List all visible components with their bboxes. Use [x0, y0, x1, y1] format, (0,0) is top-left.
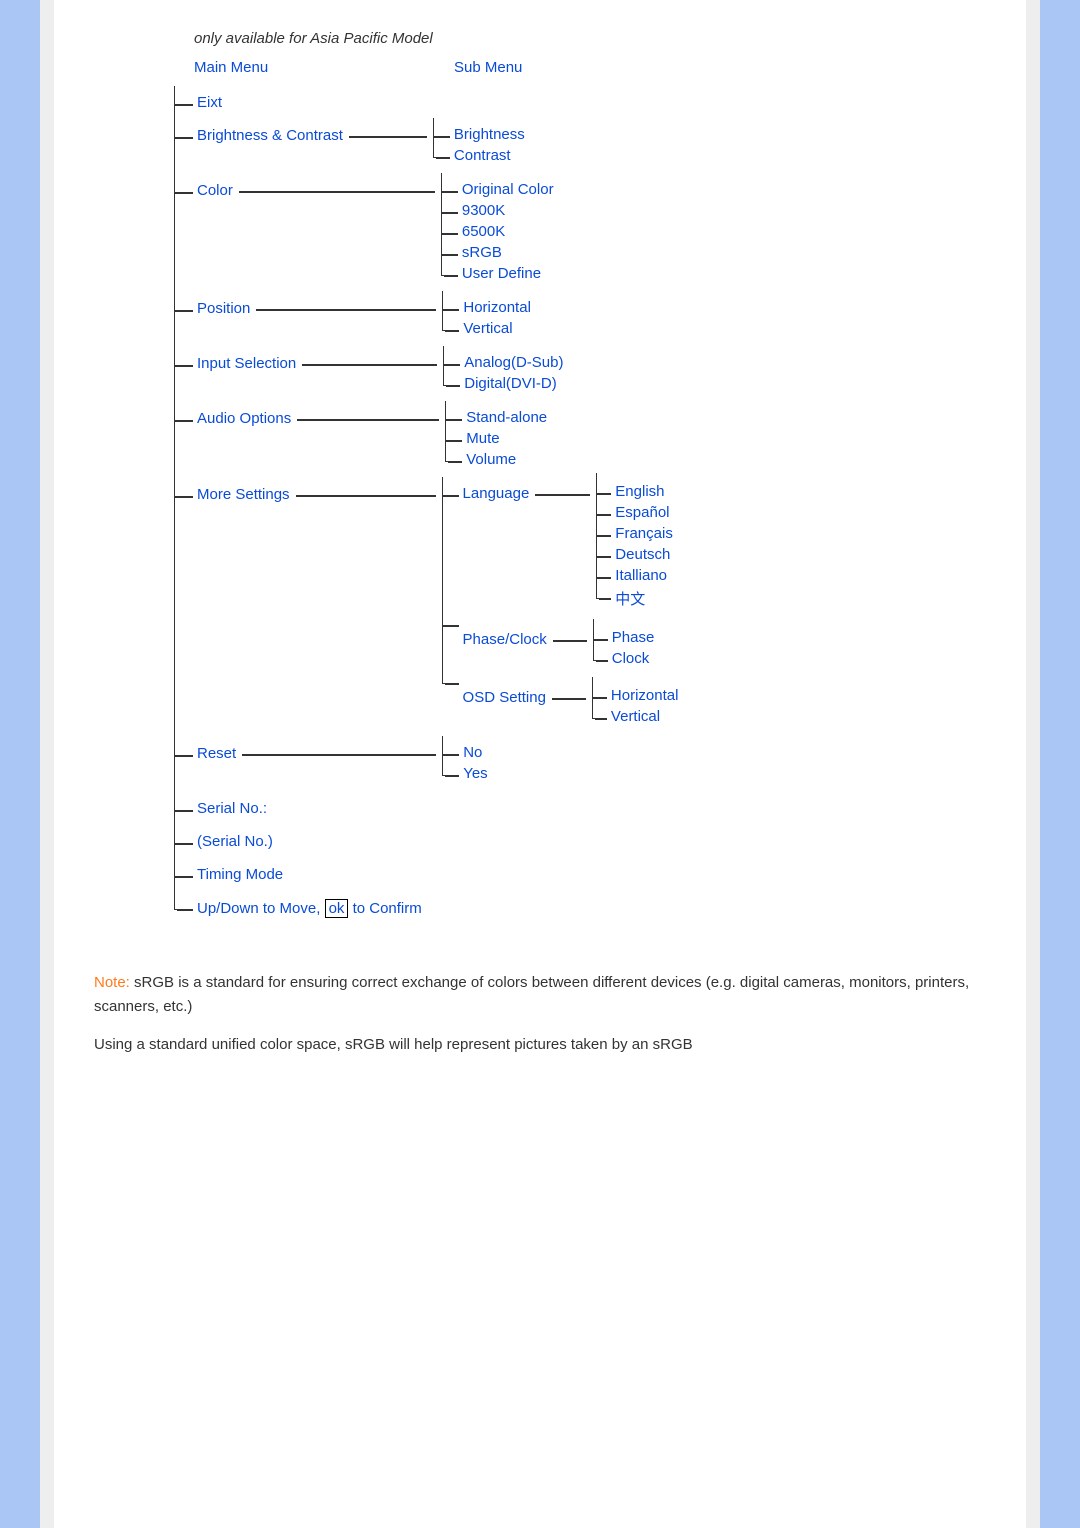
- serial-no-value: (Serial No.): [197, 833, 273, 850]
- note-p2: Using a standard unified color space, sR…: [94, 1033, 986, 1056]
- sub-analog: Analog(D-Sub): [444, 346, 563, 373]
- sub-phase-clock: Phase/Clock Phase Clock: [443, 613, 679, 671]
- connector: [296, 495, 436, 497]
- menu-brightness-contrast: Brightness & Contrast Brightness Contras…: [175, 119, 986, 174]
- menu-timing-mode: Timing Mode: [175, 858, 986, 891]
- sub-vertical: Vertical: [443, 318, 531, 339]
- hint-post: to Confirm: [348, 900, 421, 917]
- sub-original-color: Original Color: [442, 173, 554, 200]
- lang-deutsch: Deutsch: [597, 544, 673, 565]
- menu-input-selection: Input Selection Analog(D-Sub) Digital(DV…: [175, 347, 986, 402]
- osd-setting-sub: Horizontal Vertical: [592, 677, 679, 727]
- connector: [302, 364, 437, 366]
- serial-no-label: Serial No.:: [197, 800, 267, 817]
- sub-volume: Volume: [446, 449, 547, 470]
- lang-chinese: 中文: [597, 586, 673, 611]
- input-selection-label: Input Selection: [197, 355, 296, 372]
- connector: [256, 309, 436, 311]
- reset-sub: No Yes: [442, 736, 487, 784]
- menu-exit: Eixt: [175, 86, 986, 119]
- input-selection-sub: Analog(D-Sub) Digital(DVI-D): [443, 346, 563, 394]
- language-label: Language: [463, 485, 530, 502]
- audio-options-label: Audio Options: [197, 410, 291, 427]
- menu-hint: Up/Down to Move, ok to Confirm: [175, 891, 986, 926]
- audio-options-sub: Stand-alone Mute Volume: [445, 401, 547, 470]
- menu-more-settings: More Settings Language English Español F…: [175, 478, 986, 737]
- sub-user-define: User Define: [442, 263, 554, 284]
- connector: [553, 640, 587, 642]
- brightness-contrast-sub: Brightness Contrast: [433, 118, 525, 166]
- sub-contrast: Contrast: [434, 145, 525, 166]
- lang-espanol: Español: [597, 502, 673, 523]
- connector: [535, 494, 590, 496]
- osd-menu-tree: Eixt Brightness & Contrast Brightness Co…: [154, 86, 986, 926]
- leaf-clock: Clock: [594, 648, 655, 669]
- main-menu-header: Main Menu: [194, 59, 454, 76]
- menu-color: Color Original Color 9300K 6500K sRGB Us…: [175, 174, 986, 292]
- leaf-osd-vertical: Vertical: [593, 706, 679, 727]
- header-note: only available for Asia Pacific Model: [194, 30, 986, 47]
- menu-position: Position Horizontal Vertical: [175, 292, 986, 347]
- sub-digital: Digital(DVI-D): [444, 373, 563, 394]
- sub-horizontal: Horizontal: [443, 291, 531, 318]
- menu-serial-no-value: (Serial No.): [175, 825, 986, 858]
- connector: [239, 191, 435, 193]
- sub-menu-header: Sub Menu: [454, 59, 522, 76]
- connector: [552, 698, 586, 700]
- language-sub: English Español Français Deutsch Itallia…: [596, 473, 673, 611]
- sub-6500k: 6500K: [442, 221, 554, 242]
- more-settings-sub: Language English Español Français Deutsc…: [442, 477, 679, 729]
- sub-standalone: Stand-alone: [446, 401, 547, 428]
- color-sub: Original Color 9300K 6500K sRGB User Def…: [441, 173, 554, 284]
- exit-label: Eixt: [197, 94, 222, 111]
- sub-mute: Mute: [446, 428, 547, 449]
- note-p1: sRGB is a standard for ensuring correct …: [94, 974, 969, 1014]
- column-headers: Main Menu Sub Menu: [194, 59, 986, 76]
- leaf-osd-horizontal: Horizontal: [593, 677, 679, 706]
- connector: [349, 136, 427, 138]
- sub-reset-no: No: [443, 736, 487, 763]
- navigation-hint: Up/Down to Move, ok to Confirm: [197, 899, 422, 918]
- sub-srgb: sRGB: [442, 242, 554, 263]
- osd-setting-label: OSD Setting: [463, 689, 546, 706]
- menu-serial-no-label: Serial No.:: [175, 792, 986, 825]
- connector: [297, 419, 439, 421]
- sub-osd-setting: OSD Setting Horizontal Vertical: [443, 671, 679, 729]
- menu-audio-options: Audio Options Stand-alone Mute Volume: [175, 402, 986, 478]
- brightness-contrast-label: Brightness & Contrast: [197, 127, 343, 144]
- position-sub: Horizontal Vertical: [442, 291, 531, 339]
- menu-reset: Reset No Yes: [175, 737, 986, 792]
- timing-mode-label: Timing Mode: [197, 866, 283, 883]
- ok-button-icon: ok: [325, 899, 349, 918]
- more-settings-label: More Settings: [197, 486, 290, 503]
- sub-language: Language English Español Français Deutsc…: [443, 477, 679, 613]
- sub-brightness: Brightness: [434, 118, 525, 145]
- lang-english: English: [597, 473, 673, 502]
- leaf-phase: Phase: [594, 619, 655, 648]
- phase-clock-label: Phase/Clock: [463, 631, 547, 648]
- sub-9300k: 9300K: [442, 200, 554, 221]
- color-label: Color: [197, 182, 233, 199]
- position-label: Position: [197, 300, 250, 317]
- note-block: Note: sRGB is a standard for ensuring co…: [94, 971, 986, 1056]
- sub-reset-yes: Yes: [443, 763, 487, 784]
- hint-pre: Up/Down to Move,: [197, 900, 325, 917]
- reset-label: Reset: [197, 745, 236, 762]
- lang-italiano: Italliano: [597, 565, 673, 586]
- phase-clock-sub: Phase Clock: [593, 619, 655, 669]
- lang-francais: Français: [597, 523, 673, 544]
- connector: [242, 754, 436, 756]
- note-lead: Note:: [94, 974, 130, 991]
